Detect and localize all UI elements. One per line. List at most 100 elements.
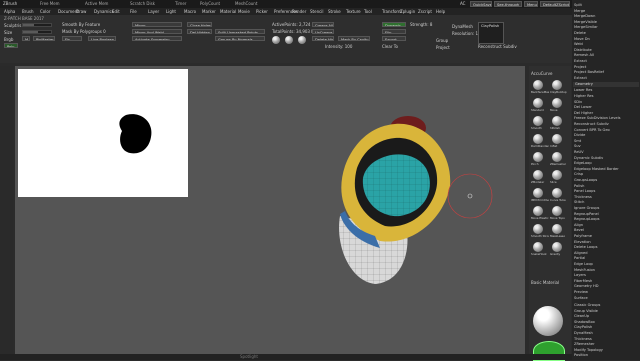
menu-help[interactable]: Help (436, 10, 445, 14)
menu-stroke[interactable]: Stroke (328, 10, 341, 14)
menu-material[interactable]: Material (220, 10, 236, 14)
geometry-del-lower[interactable]: Del Lower (574, 105, 638, 110)
geometry-convert-bpr-to-geo[interactable]: Convert BPR To Geo (574, 128, 638, 133)
brush-pinch[interactable] (533, 152, 543, 162)
size-slider[interactable] (22, 30, 52, 34)
dynamesh-label[interactable]: DynaMesh (452, 25, 473, 29)
brush-standard[interactable] (533, 98, 543, 108)
menu-light[interactable]: Light (166, 10, 176, 14)
menu-texture[interactable]: Texture (346, 10, 361, 14)
mirror-weld-button[interactable]: Mirror And Weld (132, 29, 182, 34)
geometry-smt[interactable]: Smt (574, 139, 638, 144)
menu-zplugin[interactable]: Zplugin (400, 10, 415, 14)
geometry-polish[interactable]: Polish (574, 184, 638, 189)
geometry-partial[interactable]: Partial (574, 256, 638, 261)
tool-project[interactable]: Project (574, 65, 638, 70)
m-button[interactable]: M (22, 36, 30, 41)
geometry-bevel[interactable]: Bevel (574, 228, 638, 233)
export-button[interactable]: Export (382, 36, 406, 41)
geometry-ignore-groups[interactable]: Ignore Groups (574, 206, 638, 211)
tool-weld[interactable]: Weld (574, 42, 638, 47)
dynamic-button[interactable]: Dynamic (382, 22, 406, 27)
brush-smooth[interactable] (533, 116, 543, 126)
quicksave-button[interactable]: QuickSave (470, 1, 492, 7)
tool-split[interactable]: Split (574, 3, 638, 8)
geometry-geometry-hd[interactable]: Geometry HD (574, 284, 638, 289)
geometry-regrouppanel[interactable]: RegroupPanel (574, 212, 638, 217)
geometry-del-higher[interactable]: Del Higher (574, 111, 638, 116)
brush-masklasso[interactable] (552, 224, 562, 234)
geometry-stitch[interactable]: Stitch (574, 200, 638, 205)
menu-file[interactable]: File (130, 10, 137, 14)
geometry-edgeloop-masked-border[interactable]: Edgeloop Masked Border (574, 167, 638, 172)
geometry-elevation[interactable]: Elevation (574, 240, 638, 245)
geometry-sdiv[interactable]: SDiv (574, 100, 638, 105)
menu-transform[interactable]: Transform (382, 10, 402, 14)
pinmaster-button[interactable]: PinMaster (33, 36, 55, 41)
menu-picker[interactable]: Picker (256, 10, 268, 14)
material-ball-1[interactable] (272, 36, 280, 44)
brush-move-elastic[interactable] (533, 206, 543, 216)
intensity-label[interactable]: Intensity: 100 (325, 45, 352, 49)
geometry-meshfusion[interactable]: MeshFusion (574, 268, 638, 273)
brush-zmodeler[interactable] (533, 170, 543, 180)
del-hidden-button[interactable]: Del Hidden (187, 29, 212, 34)
material-sphere[interactable] (533, 306, 563, 336)
menu-color[interactable]: Color (40, 10, 50, 14)
geometry-polyframe[interactable]: Polyframe (574, 234, 638, 239)
menu-brush[interactable]: Brush (22, 10, 34, 14)
menu-render[interactable]: Render (292, 10, 306, 14)
menu-movie[interactable]: Movie (238, 10, 250, 14)
menu-tool[interactable]: Tool (364, 10, 372, 14)
menu-macro[interactable]: Macro (184, 10, 196, 14)
default-zscript-button[interactable]: DefaultZScript (540, 1, 570, 7)
fix-button[interactable]: Fix (62, 36, 82, 41)
geometry-regrouploops[interactable]: RegroupLoops (574, 217, 638, 222)
reconstruct-subdiv-button[interactable]: Reconstruct Subdiv (478, 45, 517, 49)
material-ball-2[interactable] (285, 36, 293, 44)
geometry-crisp[interactable]: Crisp (574, 172, 638, 177)
menu-draw[interactable]: Draw (76, 10, 86, 14)
brush-inflat[interactable] (552, 134, 562, 144)
brush-imm-primitives[interactable] (533, 188, 543, 198)
geometry-lower-res[interactable]: Lower Res (574, 88, 638, 93)
brush-damstandard[interactable] (533, 134, 543, 144)
canvas-viewport[interactable] (15, 66, 525, 354)
menu-marker[interactable]: Marker (202, 10, 216, 14)
menu-alpha[interactable]: Alpha (4, 10, 15, 14)
delete-hidden-button[interactable]: Delete Hidden (312, 36, 334, 41)
geometry-reconstruct-subdiv[interactable]: Reconstruct Subdiv (574, 122, 638, 127)
sculptris-slider[interactable] (22, 23, 52, 27)
tool-position[interactable]: Position (574, 353, 638, 358)
see-through-slider[interactable]: See-through (494, 1, 522, 7)
tool-zremesher[interactable]: ZRemesher (574, 342, 638, 347)
accucurve-label[interactable]: AccuCurve (531, 72, 552, 76)
brush-zremesher[interactable] (552, 152, 562, 162)
geometry-reuv[interactable]: ReUV (574, 150, 638, 155)
tool-distribute[interactable]: Distribute (574, 48, 638, 53)
brush-slice[interactable] (552, 170, 562, 180)
close-holes-button[interactable]: Close Holes (187, 22, 212, 27)
geometry-aligned[interactable]: Aligned (574, 251, 638, 256)
geometry-thickness[interactable]: Thickness (574, 195, 638, 200)
tool-thickness[interactable]: Thickness (574, 337, 638, 342)
material-ball-3[interactable] (298, 36, 306, 44)
clear-to-button[interactable]: Clear To (382, 45, 398, 49)
live-boolean-button[interactable]: Live Boolean (88, 36, 116, 41)
geometry-align[interactable]: Align (574, 223, 638, 228)
tool-dynamesh[interactable]: DynaMesh (574, 331, 638, 336)
crease-all-button[interactable]: Crease All (312, 22, 334, 27)
tool-merge[interactable]: Merge (574, 9, 638, 14)
tool-mergevisible[interactable]: MergeVisible (574, 20, 638, 25)
geometry-groupsloops[interactable]: GroupsLoops (574, 178, 638, 183)
menu-zscript[interactable]: Zscript (418, 10, 432, 14)
mask-by-cavity-button[interactable]: Mask By Cavity (338, 36, 370, 41)
brush-snakehook[interactable] (533, 242, 543, 252)
tool-shadowbox[interactable]: ShadowBox (574, 320, 638, 325)
tool-modify-topology[interactable]: Modify Topology (574, 348, 638, 353)
brush-move[interactable] (552, 98, 562, 108)
strength-label[interactable]: Strength: 8 (410, 23, 432, 27)
geometry-panel-loops[interactable]: Panel Loops (574, 189, 638, 194)
geometry-dynamic-subdiv[interactable]: Dynamic Subdiv (574, 156, 638, 161)
geometry-edgeloop[interactable]: EdgeLoop (574, 161, 638, 166)
